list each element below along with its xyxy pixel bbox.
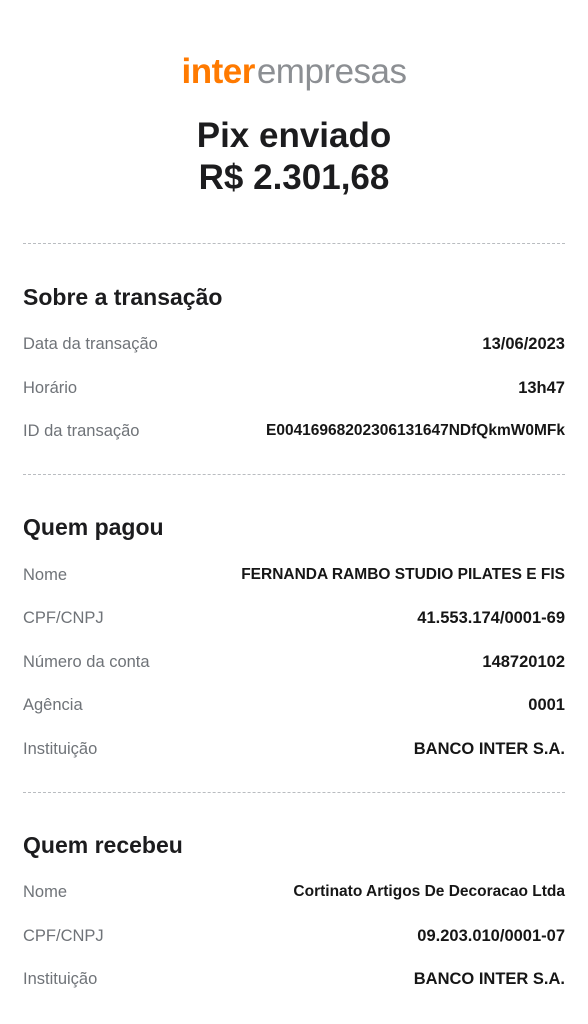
detail-row-payer-name: Nome FERNANDA RAMBO STUDIO PILATES E FIS <box>23 563 565 587</box>
row-label: Nome <box>23 882 68 901</box>
detail-row-payer-account: Número da conta 148720102 <box>23 650 565 674</box>
detail-row-receiver-name: Nome Cortinato Artigos De Decoracao Ltda <box>23 880 565 904</box>
detail-row-date: Data da transação 13/06/2023 <box>23 332 565 356</box>
row-label: ID da transação <box>23 421 140 440</box>
detail-row-payer-institution: Instituição BANCO INTER S.A. <box>23 737 565 761</box>
row-value: 148720102 <box>482 652 565 671</box>
row-label: CPF/CNPJ <box>23 608 104 627</box>
page-title: Pix enviado <box>196 116 392 155</box>
detail-row-payer-cnpj: CPF/CNPJ 41.553.174/0001-69 <box>23 606 565 630</box>
row-value: BANCO INTER S.A. <box>413 739 565 758</box>
row-value: E00416968202306131647NDfQkmW0MFk <box>265 422 565 439</box>
detail-row-transaction-id: ID da transação E00416968202306131647NDf… <box>23 419 565 443</box>
payer-section-title: Quem pagou <box>23 514 164 540</box>
amount-value: R$ 2.301,68 <box>198 158 390 197</box>
row-value: 13/06/2023 <box>482 334 565 353</box>
row-label: Instituição <box>23 969 98 988</box>
row-label: Data da transação <box>23 334 158 353</box>
row-label: Número da conta <box>23 652 150 671</box>
row-label: Instituição <box>23 739 98 758</box>
transaction-section-title: Sobre a transação <box>23 284 223 310</box>
logo-sub-text: empresas <box>256 52 407 91</box>
row-value: 13h47 <box>518 378 565 397</box>
receipt-page: interempresas Pix enviado R$ 2.301,68 So… <box>0 0 588 1024</box>
row-label: Agência <box>23 695 83 714</box>
row-value: 0001 <box>528 695 565 714</box>
section-divider <box>23 792 565 793</box>
detail-row-payer-agency: Agência 0001 <box>23 693 565 717</box>
section-divider <box>23 243 565 244</box>
row-value: 09.203.010/0001-07 <box>417 926 565 945</box>
detail-row-receiver-cnpj: CPF/CNPJ 09.203.010/0001-07 <box>23 924 565 948</box>
logo-brand-text: inter <box>181 52 255 91</box>
inter-empresas-logo: interempresas <box>0 52 588 92</box>
row-value: Cortinato Artigos De Decoracao Ltda <box>293 883 565 900</box>
section-divider <box>23 474 565 475</box>
detail-row-time: Horário 13h47 <box>23 376 565 400</box>
row-label: CPF/CNPJ <box>23 926 104 945</box>
row-value: BANCO INTER S.A. <box>413 969 565 988</box>
receiver-section-title: Quem recebeu <box>23 832 183 858</box>
row-label: Horário <box>23 378 78 397</box>
row-value: 41.553.174/0001-69 <box>417 608 565 627</box>
row-label: Nome <box>23 565 68 584</box>
detail-row-receiver-institution: Instituição BANCO INTER S.A. <box>23 967 565 991</box>
row-value: FERNANDA RAMBO STUDIO PILATES E FIS <box>241 566 565 583</box>
